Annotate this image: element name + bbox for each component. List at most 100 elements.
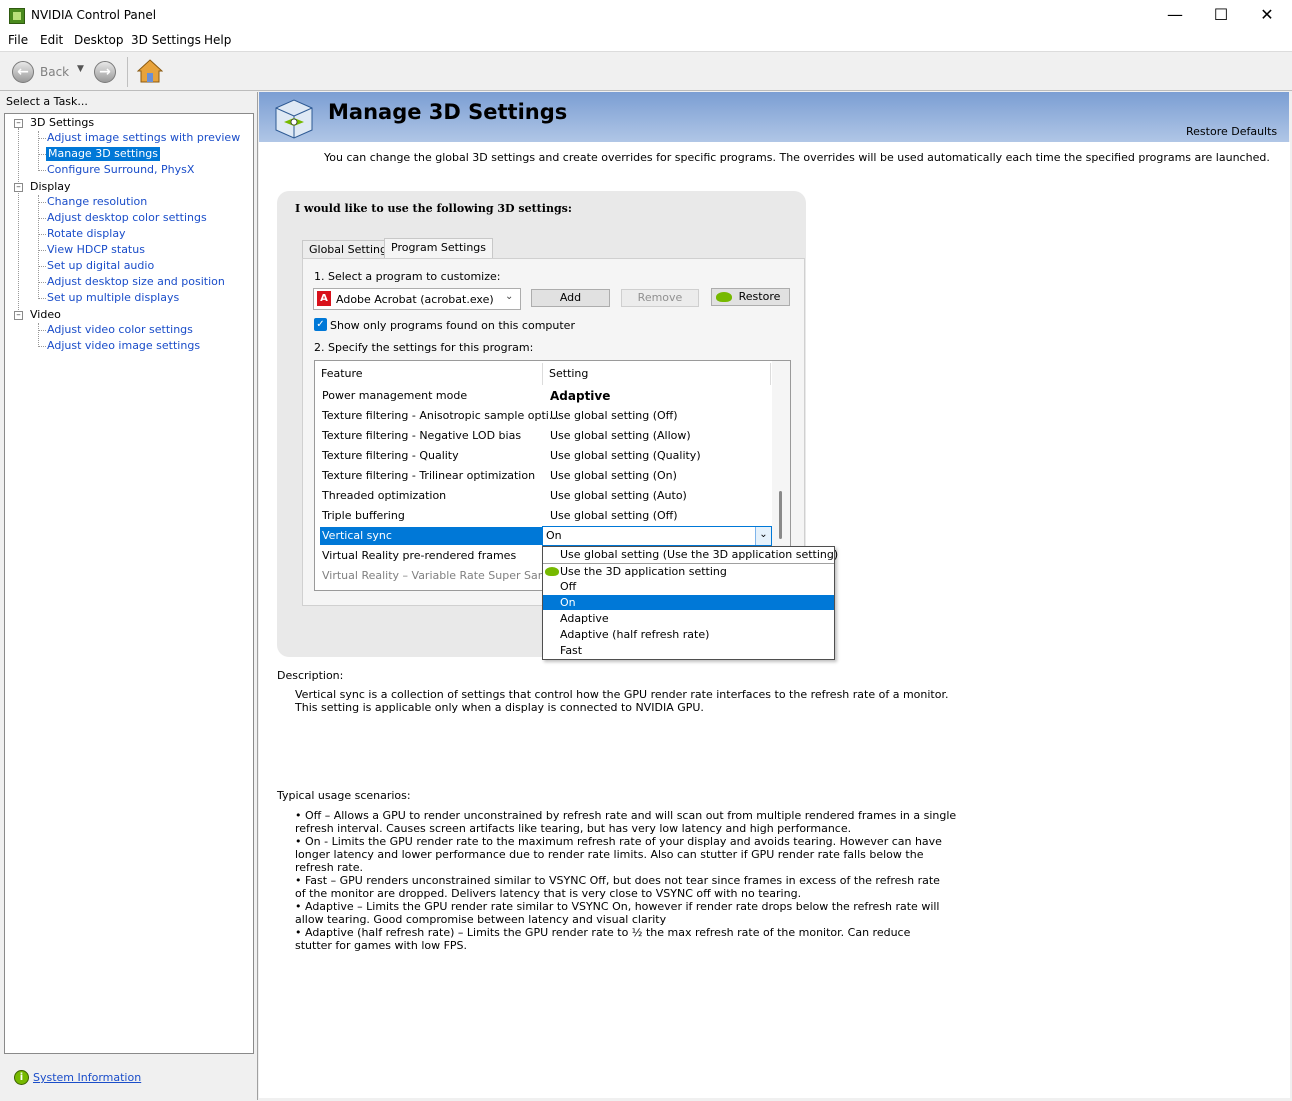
system-information-link[interactable]: System Information: [33, 1071, 141, 1084]
window-title: NVIDIA Control Panel: [31, 8, 157, 22]
system-info-icon[interactable]: i: [14, 1070, 29, 1085]
vertical-sync-row-label[interactable]: Vertical sync: [322, 529, 392, 542]
menu-edit[interactable]: Edit: [40, 33, 63, 47]
feature-row-value[interactable]: Use global setting (On): [550, 469, 677, 482]
dropdown-option[interactable]: Adaptive (half refresh rate): [560, 628, 709, 641]
feature-row-value[interactable]: Use global setting (Off): [550, 509, 678, 522]
show-only-checkbox[interactable]: ✓: [314, 318, 327, 331]
column-header-setting[interactable]: Setting: [549, 367, 588, 380]
scrollbar-thumb[interactable]: [779, 491, 782, 539]
collapse-display-icon[interactable]: –: [14, 183, 23, 192]
tree-section-3d-settings[interactable]: 3D Settings: [30, 116, 94, 129]
dropdown-option[interactable]: Adaptive: [560, 612, 609, 625]
description-label: Description:: [277, 669, 344, 682]
remove-button[interactable]: Remove: [621, 289, 699, 307]
minimize-button[interactable]: —: [1152, 0, 1198, 31]
menu-file[interactable]: File: [8, 33, 28, 47]
tree-item-video-color[interactable]: Adjust video color settings: [47, 323, 193, 336]
tree-connector: [39, 330, 46, 331]
step1-label: 1. Select a program to customize:: [314, 270, 501, 283]
title-bar: [0, 0, 1292, 31]
close-button[interactable]: ✕: [1244, 0, 1290, 31]
dropdown-option-selected[interactable]: On: [560, 596, 576, 609]
back-arrow-icon[interactable]: ←: [12, 61, 34, 83]
usage-line: refresh interval. Causes screen artifact…: [295, 822, 852, 835]
usage-line: • Off – Allows a GPU to render unconstra…: [295, 809, 957, 822]
feature-row-label[interactable]: Texture filtering - Negative LOD bias: [322, 429, 521, 442]
toolbar: [0, 51, 1292, 91]
feature-row-label[interactable]: Texture filtering - Anisotropic sample o…: [322, 409, 559, 422]
feature-row-value[interactable]: Use global setting (Auto): [550, 489, 687, 502]
acrobat-icon: A: [317, 291, 331, 306]
description-line: This setting is applicable only when a d…: [295, 701, 704, 714]
tree-item-change-resolution[interactable]: Change resolution: [47, 195, 147, 208]
tree-item-multiple-displays[interactable]: Set up multiple displays: [47, 291, 179, 304]
maximize-button[interactable]: ☐: [1198, 0, 1244, 31]
menu-3d-settings[interactable]: 3D Settings: [131, 33, 201, 47]
tree-section-display[interactable]: Display: [30, 180, 71, 193]
pane-splitter[interactable]: [257, 92, 258, 1100]
tree-item-desktop-size-position[interactable]: Adjust desktop size and position: [47, 275, 225, 288]
add-button[interactable]: Add: [531, 289, 610, 307]
dropdown-option[interactable]: Use the 3D application setting: [560, 565, 727, 578]
feature-row-value[interactable]: Use global setting (Off): [550, 409, 678, 422]
usage-label: Typical usage scenarios:: [277, 789, 411, 802]
feature-row-label[interactable]: Power management mode: [322, 389, 467, 402]
restore-label: Restore: [738, 290, 781, 303]
3d-settings-icon: [270, 96, 318, 140]
back-label[interactable]: Back: [40, 65, 69, 79]
usage-line: • Adaptive (half refresh rate) – Limits …: [295, 926, 911, 939]
dropdown-option-highlight[interactable]: [543, 595, 834, 610]
tab-program-settings[interactable]: Program Settings: [384, 238, 494, 258]
collapse-3d-settings-icon[interactable]: –: [14, 119, 23, 128]
program-select-value: Adobe Acrobat (acrobat.exe): [336, 293, 494, 306]
feature-row-label[interactable]: Texture filtering - Quality: [322, 449, 459, 462]
feature-row-value[interactable]: Use global setting (Allow): [550, 429, 691, 442]
forward-arrow-icon[interactable]: →: [94, 61, 116, 83]
tree-item-video-image[interactable]: Adjust video image settings: [47, 339, 200, 352]
tree-item-configure-surround[interactable]: Configure Surround, PhysX: [47, 163, 194, 176]
menu-desktop[interactable]: Desktop: [74, 33, 124, 47]
tree-connector: [39, 170, 46, 171]
column-header-feature[interactable]: Feature: [321, 367, 363, 380]
feature-row-label[interactable]: Virtual Reality pre-rendered frames: [322, 549, 516, 562]
intro-text: You can change the global 3D settings an…: [324, 151, 1270, 164]
column-divider: [542, 363, 543, 385]
back-history-dropdown-icon[interactable]: ▼: [77, 64, 84, 74]
nvidia-app-icon: [9, 8, 25, 24]
usage-line: of the monitor are dropped. Delivers lat…: [295, 887, 802, 900]
tree-item-manage-3d-settings[interactable]: Manage 3D settings: [46, 147, 161, 161]
toolbar-divider: [127, 57, 128, 87]
dropdown-option[interactable]: Off: [560, 580, 576, 593]
dropdown-option[interactable]: Fast: [560, 644, 582, 657]
tree-connector: [39, 138, 46, 139]
home-icon[interactable]: [136, 58, 164, 84]
usage-line: • Adaptive – Limits the GPU render rate …: [295, 900, 940, 913]
description-line: Vertical sync is a collection of setting…: [295, 688, 949, 701]
feature-row-label[interactable]: Threaded optimization: [322, 489, 446, 502]
tree-connector: [39, 266, 46, 267]
tree-item-rotate-display[interactable]: Rotate display: [47, 227, 126, 240]
tree-item-adjust-desktop-color[interactable]: Adjust desktop color settings: [47, 211, 207, 224]
collapse-video-icon[interactable]: –: [14, 311, 23, 320]
settings-heading: I would like to use the following 3D set…: [295, 202, 572, 215]
usage-line: allow tearing. Good compromise between l…: [295, 913, 667, 926]
tree-item-digital-audio[interactable]: Set up digital audio: [47, 259, 154, 272]
tree-item-adjust-image-settings[interactable]: Adjust image settings with preview: [47, 131, 240, 144]
chevron-down-icon[interactable]: ⌄: [505, 291, 513, 302]
tree-item-view-hdcp-status[interactable]: View HDCP status: [47, 243, 145, 256]
tree-section-video[interactable]: Video: [30, 308, 61, 321]
menu-help[interactable]: Help: [204, 33, 231, 47]
feature-row-value[interactable]: Adaptive: [550, 389, 610, 403]
dropdown-option[interactable]: Use global setting (Use the 3D applicati…: [560, 548, 838, 561]
restore-defaults-link[interactable]: Restore Defaults: [1186, 125, 1277, 138]
feature-row-label[interactable]: Triple buffering: [322, 509, 405, 522]
vertical-sync-select[interactable]: [542, 526, 772, 546]
feature-row-label[interactable]: Texture filtering - Trilinear optimizati…: [322, 469, 535, 482]
chevron-down-icon[interactable]: ⌄: [755, 527, 771, 545]
feature-row-value[interactable]: Use global setting (Quality): [550, 449, 701, 462]
vertical-sync-select-value: On: [546, 529, 562, 542]
feature-row-label[interactable]: Virtual Reality – Variable Rate Super Sa…: [322, 569, 566, 582]
usage-line: stutter for games with low FPS.: [295, 939, 468, 952]
tree-connector: [39, 154, 46, 155]
